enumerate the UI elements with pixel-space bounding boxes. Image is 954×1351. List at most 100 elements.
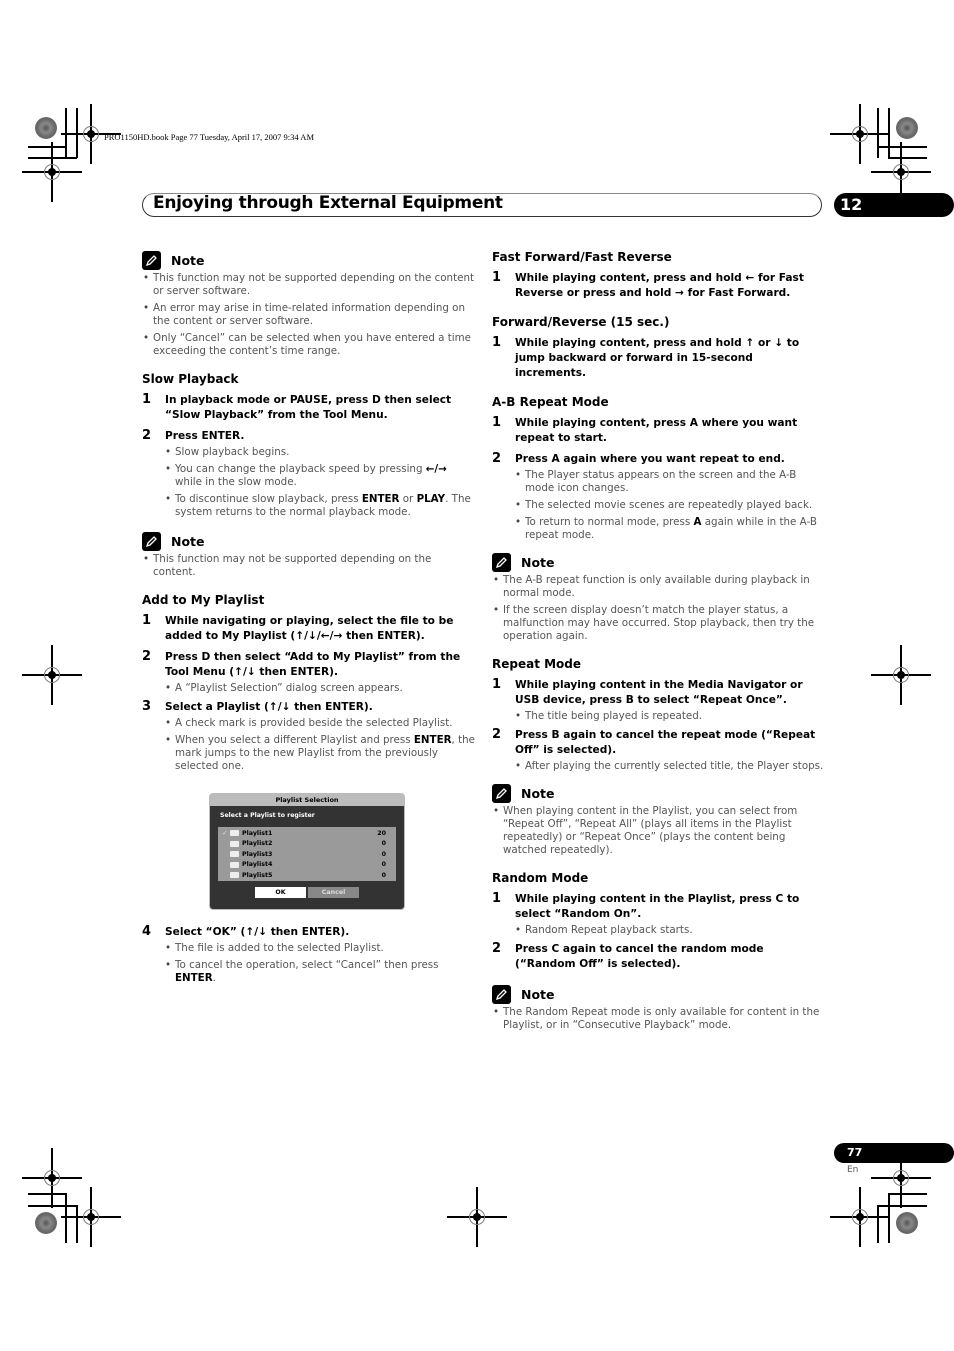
note-item: When playing content in the Playlist, yo… (492, 805, 827, 857)
bullet-item: The selected movie scenes are repeatedly… (514, 499, 827, 512)
step-text: Select “OK” (↑/↓ then ENTER). (165, 926, 350, 938)
step: 2 Press C again to cancel the random mod… (492, 941, 827, 972)
bullet-item: After playing the currently selected tit… (514, 760, 827, 773)
step: 1 While playing content, press A where y… (492, 415, 827, 446)
dialog-title: Playlist Selection (210, 794, 404, 806)
playlist-row[interactable]: Playlist2 0 (218, 839, 396, 850)
chapter-title: Enjoying through External Equipment (153, 193, 503, 213)
print-info: PRO1150HD.book Page 77 Tuesday, April 17… (104, 132, 314, 142)
page-language: En (847, 1165, 859, 1175)
dialog-prompt: Select a Playlist to register (220, 812, 315, 819)
ok-button[interactable]: OK (255, 887, 306, 898)
step: 1 In playback mode or PAUSE, press D the… (142, 392, 477, 423)
step: 3 Select a Playlist (↑/↓ then ENTER). (142, 699, 477, 715)
playlist-row[interactable]: Playlist5 0 (218, 870, 396, 881)
step-text: In playback mode or PAUSE, press D then … (165, 394, 452, 421)
section-title-ab-repeat: A-B Repeat Mode (492, 395, 609, 409)
up-arrow-icon: ↑ (745, 337, 755, 349)
note-block: Note This function may not be supported … (142, 250, 477, 358)
step-text: While playing content, press A where you… (515, 417, 798, 444)
playlist-row[interactable]: ✓ Playlist1 20 (218, 828, 396, 839)
left-arrow-icon: ← (745, 272, 755, 284)
note-item: An error may arise in time-related infor… (142, 302, 477, 328)
step: 1 While playing content in the Playlist,… (492, 891, 827, 922)
registration-rosette-icon (896, 1212, 918, 1234)
step-number: 2 (142, 428, 152, 443)
note-block: Note When playing content in the Playlis… (492, 783, 827, 857)
folder-icon (230, 861, 239, 868)
left-column: Note This function may not be supported … (142, 250, 477, 989)
up-arrow-icon: ↑ (234, 666, 243, 678)
step-number: 2 (492, 941, 502, 956)
playlist-count: 0 (381, 861, 386, 869)
folder-icon (230, 830, 239, 837)
right-arrow-icon: → (438, 463, 447, 475)
up-arrow-icon: ↑ (245, 926, 255, 938)
pencil-note-icon (142, 250, 161, 270)
down-arrow-icon: ↓ (774, 337, 784, 349)
bullet-item: The title being played is repeated. (514, 710, 827, 723)
note-item: This function may not be supported depen… (142, 553, 477, 579)
step-number: 1 (142, 613, 152, 628)
note-block: Note The A-B repeat function is only ava… (492, 552, 827, 643)
note-label: Note (521, 785, 555, 801)
pencil-note-icon (142, 531, 161, 551)
note-item: Only “Cancel” can be selected when you h… (142, 332, 477, 358)
cancel-button[interactable]: Cancel (308, 887, 359, 898)
down-arrow-icon: ↓ (258, 926, 267, 938)
playlist-name: Playlist2 (242, 840, 273, 848)
step-number: 4 (142, 924, 152, 939)
bullet-item: Slow playback begins. (164, 446, 477, 459)
step-text: Press ENTER. (165, 430, 245, 442)
step-number: 1 (492, 677, 502, 692)
step: 1 While playing content in the Media Nav… (492, 677, 827, 708)
bullet-item: A check mark is provided beside the sele… (164, 717, 477, 730)
note-label: Note (521, 554, 555, 570)
chapter-number-badge: 12 (834, 193, 954, 217)
page-number-badge: 77 (834, 1143, 954, 1163)
down-arrow-icon: ↓ (246, 666, 256, 678)
step-number: 2 (492, 451, 502, 466)
note-item: The Random Repeat mode is only available… (492, 1006, 827, 1032)
playlist-count: 20 (377, 829, 386, 837)
step-number: 1 (492, 335, 502, 350)
step-text: While playing content in the Media Navig… (515, 679, 803, 706)
note-label: Note (171, 533, 205, 549)
step-number: 1 (492, 415, 502, 430)
step-text: Press D then select “Add to My Playlist”… (165, 651, 461, 678)
note-label: Note (521, 986, 555, 1002)
bullet-item: The file is added to the selected Playli… (164, 942, 477, 955)
playlist-row[interactable]: Playlist4 0 (218, 860, 396, 871)
bullet-item: The Player status appears on the screen … (514, 469, 827, 495)
trim-line (888, 1193, 927, 1195)
step-text: Press C again to cancel the random mode … (515, 943, 764, 970)
playlist-count: 0 (381, 871, 386, 879)
step: 1 While playing content, press and hold … (492, 270, 827, 301)
crosshair-mark-icon (871, 645, 931, 705)
crosshair-mark-icon (447, 1187, 507, 1247)
step-number: 2 (492, 727, 502, 742)
down-arrow-icon: ↓ (308, 630, 317, 642)
crosshair-mark-icon (830, 1187, 890, 1247)
folder-icon (230, 872, 239, 879)
bullet-item: You can change the playback speed by pre… (164, 463, 477, 489)
step-number: 1 (142, 392, 152, 407)
step-text: While navigating or playing, select the … (165, 615, 454, 642)
step: 1 While navigating or playing, select th… (142, 613, 477, 644)
registration-rosette-icon (35, 1212, 57, 1234)
step: 2 Press B again to cancel the repeat mod… (492, 727, 827, 758)
note-item: If the screen display doesn’t match the … (492, 604, 827, 643)
step: 4 Select “OK” (↑/↓ then ENTER). (142, 924, 477, 940)
step-number: 3 (142, 699, 152, 714)
crosshair-mark-icon (61, 1187, 121, 1247)
playlist-row[interactable]: Playlist3 0 (218, 849, 396, 860)
crosshair-mark-icon (22, 645, 82, 705)
pencil-note-icon (492, 552, 511, 572)
section-title-slow-playback: Slow Playback (142, 372, 239, 386)
right-arrow-icon: → (675, 287, 684, 299)
bullet-item: A “Playlist Selection” dialog screen app… (164, 682, 477, 695)
playlist-name: Playlist3 (242, 850, 273, 858)
playlist-name: Playlist5 (242, 871, 273, 879)
bullet-item: To discontinue slow playback, press ENTE… (164, 493, 477, 519)
step-text: Press A again where you want repeat to e… (515, 453, 785, 465)
